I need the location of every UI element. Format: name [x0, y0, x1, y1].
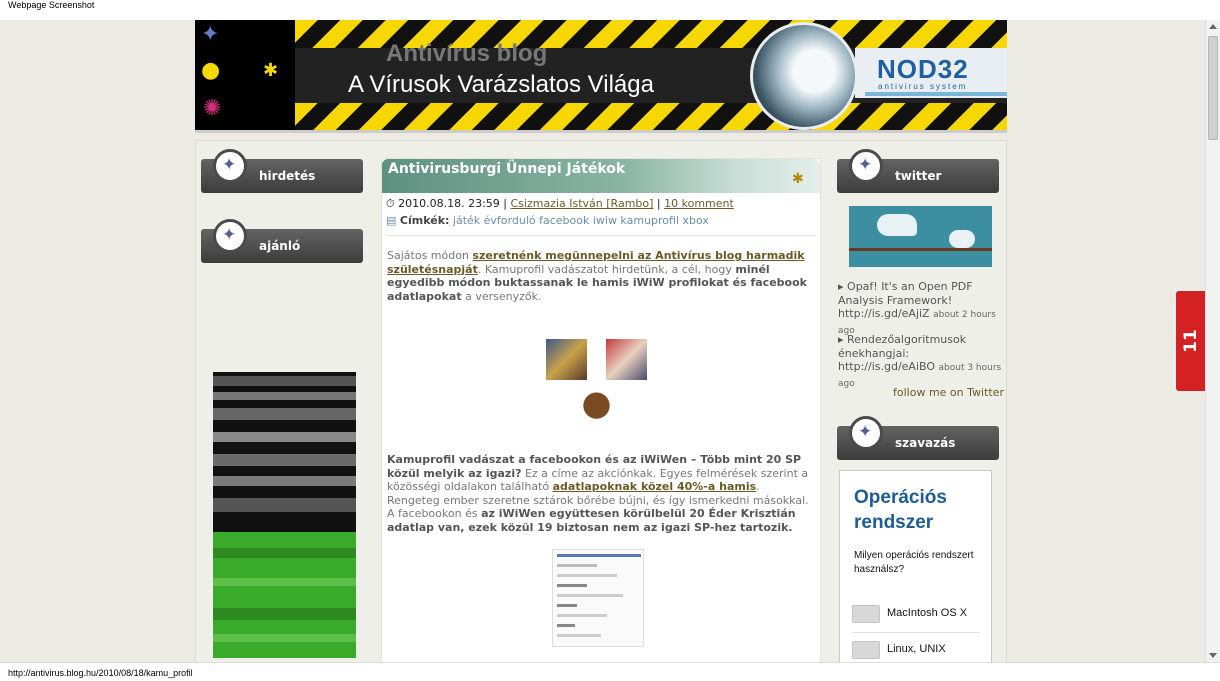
vertical-scrollbar[interactable]: [1205, 20, 1220, 662]
window-titlebar: Webpage Screenshot: [0, 0, 1220, 20]
clock-icon: ⏱: [386, 197, 395, 210]
post-paragraph-1: Sajátos módon szeretnénk megünnepelni az…: [387, 249, 815, 303]
runner-icon: ✱: [792, 171, 804, 187]
screenshot-row: [557, 564, 597, 567]
ad-glitch-band: [213, 408, 356, 420]
share-counter-tab[interactable]: 11: [1173, 288, 1205, 394]
hazard-stripes-bottom: [295, 103, 1007, 130]
ad-glitch-band: [213, 476, 356, 486]
poll-title: Operációs rendszer: [854, 487, 947, 533]
ad-glitch-band: [213, 634, 356, 642]
invader-badge-icon: ✦: [849, 416, 883, 450]
brand-tagline: antivirus system: [878, 82, 968, 91]
post-date: 2010.08.18. 23:59: [398, 197, 500, 210]
bullet-icon: ▸: [838, 333, 848, 346]
page-viewport: ✦ ● ✱ ✺ Antivírus blog A Vírusok Varázsl…: [0, 20, 1205, 662]
bird-icon: [949, 230, 975, 248]
screenshot-header-bar: [557, 554, 641, 557]
widget-header-hirdetes: ✦ hirdetés: [201, 149, 363, 193]
invader-icon: ✦: [201, 22, 220, 47]
scrollbar-thumb[interactable]: [1208, 36, 1218, 140]
ad-glitch-band: [213, 548, 356, 558]
screenshot-row: [557, 604, 577, 607]
blog-subtitle: A Vírusok Varázslatos Világa: [348, 71, 654, 98]
divider: [386, 235, 816, 236]
blog-post: Antivirusburgi Ünnepi Játékok ✱ ⏱ 2010.0…: [381, 158, 821, 662]
post-meta: ⏱ 2010.08.18. 23:59 | Csizmazia István […: [386, 197, 734, 210]
widget-label: hirdetés: [259, 169, 316, 183]
text-span: . Kamuprofil vadászatot hirdetünk, a cél…: [477, 262, 736, 276]
window-title: Webpage Screenshot: [8, 0, 95, 10]
ad-glitch-band: [213, 608, 356, 620]
tweet-item: ▸ Opaf! It's an Open PDF Analysis Framew…: [838, 280, 1006, 338]
post-paragraph-2: Kamuprofil vadászat a facebookon és az i…: [387, 453, 815, 534]
ad-glitch-band: [213, 578, 356, 586]
status-url: http://antivirus.blog.hu/2010/08/18/kamu…: [8, 668, 193, 678]
space-invaders-art: ✦ ● ✱ ✺: [195, 20, 295, 130]
comments-link[interactable]: 10 komment: [664, 197, 734, 210]
tags-label: Címkék:: [399, 214, 450, 227]
tags-list[interactable]: játék évforduló facebook iwiw kamuprofil…: [453, 214, 709, 227]
widget-header-szavazas: ✦ szavazás: [837, 416, 999, 460]
ad-glitch-band: [213, 454, 356, 466]
invader-icon: ✺: [203, 96, 222, 121]
fake-profiles-link[interactable]: adatlapoknak közel 40%-a hamis: [553, 480, 757, 493]
text-span: a versenyzők.: [461, 289, 542, 303]
header-banner[interactable]: ✦ ● ✱ ✺ Antivírus blog A Vírusok Varázsl…: [195, 20, 1007, 133]
poll-radio[interactable]: [852, 641, 880, 659]
tweet-item: ▸ Rendezőalgoritmusok énekhangjai: http:…: [838, 333, 1006, 391]
poll-radio[interactable]: [852, 605, 880, 623]
screenshot-row: [557, 594, 623, 597]
widget-label: szavazás: [895, 436, 956, 450]
screenshot-row: [557, 574, 617, 577]
robot-mascot-image: [750, 22, 858, 130]
ad-glitch-band: [213, 498, 356, 512]
poll-question: Milyen operációs rendszert használsz?: [854, 550, 974, 575]
ad-glitch-band: [213, 392, 356, 400]
cartoon-image: [576, 381, 617, 422]
advertisement-banner[interactable]: [213, 372, 356, 658]
post-header: Antivirusburgi Ünnepi Játékok ✱: [382, 159, 820, 193]
post-tags: ▤ Címkék: játék évforduló facebook iwiw …: [386, 214, 709, 227]
scroll-up-icon[interactable]: [1209, 24, 1217, 29]
branch: [849, 248, 992, 251]
brand-underline: [865, 92, 1007, 96]
bird-icon: [877, 214, 917, 236]
runner-icon: ✱: [263, 60, 279, 81]
invader-badge-icon: ✦: [849, 149, 883, 183]
screenshot-row: [557, 584, 587, 587]
blog-title[interactable]: Antivírus blog: [386, 40, 547, 68]
screenshot-row: [557, 634, 601, 637]
screenshot-row: [557, 624, 575, 627]
invader-badge-icon: ✦: [213, 219, 247, 253]
scroll-down-icon[interactable]: [1209, 653, 1217, 658]
text-span: Sajátos módon: [387, 249, 473, 262]
cartoon-image: [546, 339, 587, 380]
pacman-icon: ●: [201, 58, 221, 83]
ad-glitch-band: [213, 432, 356, 442]
poll-widget: Operációs rendszer Milyen operációs rend…: [839, 470, 992, 662]
widget-label: ajánló: [259, 239, 301, 253]
invader-badge-icon: ✦: [213, 149, 247, 183]
share-count: 11: [1180, 329, 1201, 353]
poll-option-label: Linux, UNIX: [887, 643, 946, 655]
post-title[interactable]: Antivirusburgi Ünnepi Játékok: [388, 161, 625, 177]
facebook-screenshot-image[interactable]: [552, 549, 644, 647]
poll-option[interactable]: Linux, UNIX: [852, 633, 980, 662]
widget-header-ajanlo: ✦ ajánló: [201, 219, 363, 263]
widget-label: twitter: [895, 169, 942, 183]
brand-logo: NOD32: [877, 54, 969, 84]
author-link[interactable]: Csizmazia István [Rambo]: [510, 197, 653, 210]
poll-option[interactable]: MacIntosh OS X: [852, 597, 980, 633]
tag-icon: ▤: [386, 214, 397, 227]
twitter-birds-image[interactable]: [849, 206, 992, 267]
follow-twitter-link[interactable]: follow me on Twitter: [893, 386, 1004, 399]
widget-header-twitter: ✦ twitter: [837, 149, 999, 193]
poll-option-label: MacIntosh OS X: [887, 607, 968, 619]
cartoon-image: [606, 339, 647, 380]
ad-glitch-band: [213, 376, 356, 386]
screenshot-row: [557, 614, 607, 617]
status-bar: http://antivirus.blog.hu/2010/08/18/kamu…: [0, 662, 1220, 681]
bullet-icon: ▸: [838, 280, 848, 293]
